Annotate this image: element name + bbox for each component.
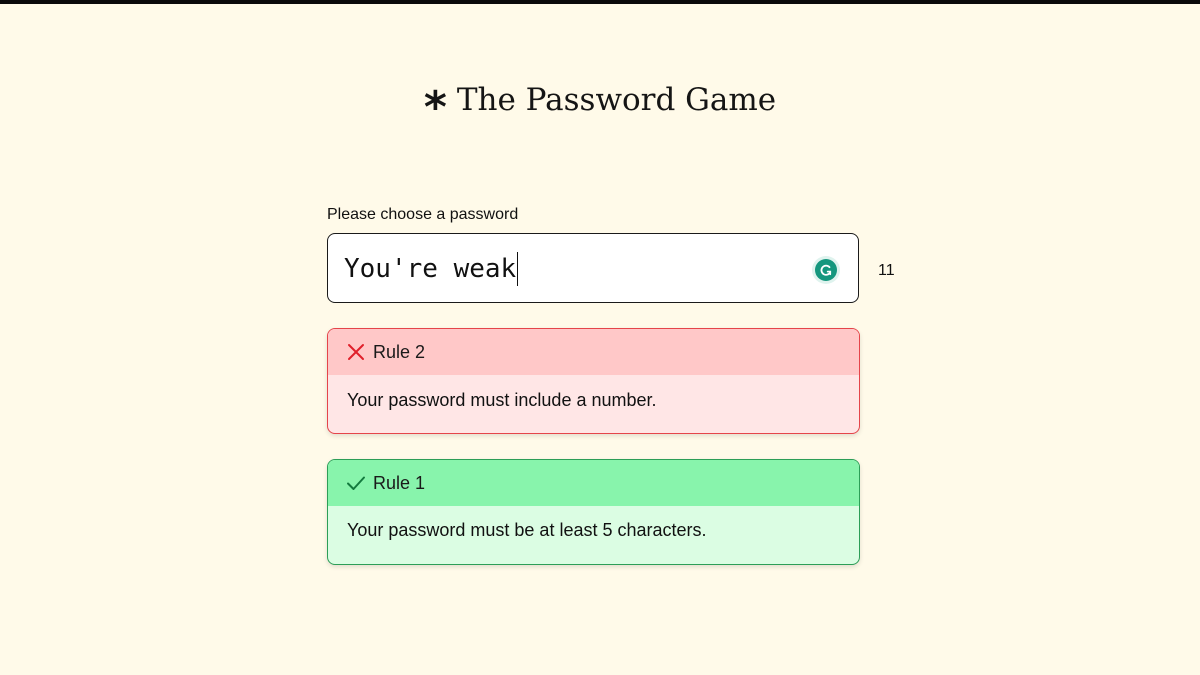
password-text[interactable]: You're weak bbox=[344, 251, 519, 287]
rule-header: Rule 2 bbox=[328, 329, 859, 375]
check-icon bbox=[346, 473, 366, 493]
character-count: 11 bbox=[878, 262, 895, 279]
rule-1-card: Rule 1 Your password must be at least 5 … bbox=[327, 459, 860, 565]
rule-description: Your password must be at least 5 charact… bbox=[347, 520, 707, 540]
password-value: You're weak bbox=[344, 254, 517, 284]
rule-title: Rule 2 bbox=[373, 341, 426, 362]
rule-2-card: Rule 2 Your password must include a numb… bbox=[327, 328, 860, 434]
rule-description: Your password must include a number. bbox=[347, 390, 657, 410]
rule-header: Rule 1 bbox=[328, 460, 859, 506]
page-title: * The Password Game bbox=[0, 82, 1200, 133]
asterisk-icon: * bbox=[423, 82, 447, 133]
cross-icon bbox=[346, 342, 366, 362]
password-input[interactable]: You're weak bbox=[327, 233, 859, 303]
rule-title: Rule 1 bbox=[373, 472, 426, 493]
page-title-text: The Password Game bbox=[456, 82, 777, 118]
top-border bbox=[0, 0, 1200, 4]
grammarly-icon[interactable] bbox=[812, 256, 840, 284]
password-label: Please choose a password bbox=[327, 206, 519, 223]
text-caret bbox=[517, 252, 519, 286]
